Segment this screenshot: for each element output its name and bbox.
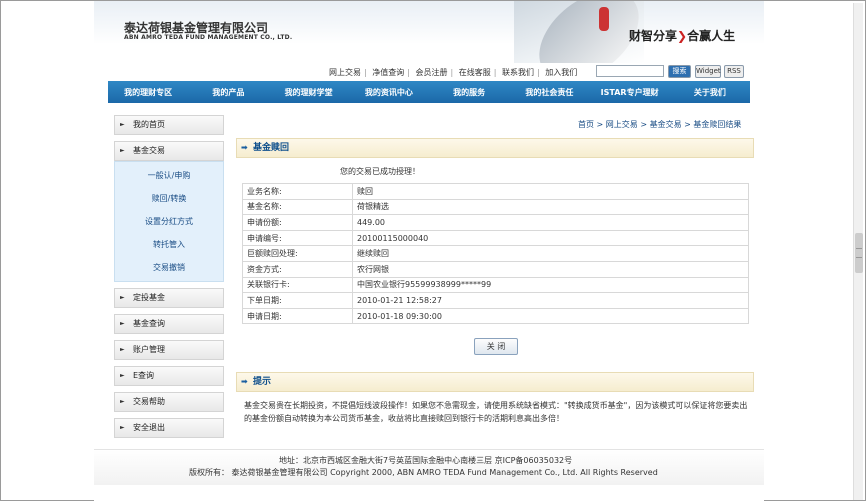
toplink-contact[interactable]: 联系我们 [502,68,534,77]
slogan: 财智分享❯合赢人生 [629,27,735,44]
tip-title: 提示 [236,372,754,392]
field-value: 赎回 [352,183,749,200]
sidebar-submenu: 一般认/申购 赎回/转换 设置分红方式 转托管入 交易撤销 [114,161,224,282]
footer-copyright: 版权所有： 泰达荷银基金管理有限公司 Copyright 2000, ABN A… [189,468,658,477]
section-title: 基金赎回 [236,138,754,158]
field-value: 继续赎回 [352,245,749,262]
field-value: 20100115000040 [352,229,749,247]
toplink-join[interactable]: 加入我们 [545,68,577,77]
field-label: 申请份额: [242,214,353,231]
sidebar: 我的首页 基金交易 一般认/申购 赎回/转换 设置分红方式 转托管入 交易撤销 … [114,115,224,444]
field-value: 2010-01-21 12:58:27 [352,292,749,309]
result-table: 业务名称: 赎回 基金名称: 荷银精选 申请份额: 449.00 申请编号: 20100… [242,183,749,325]
field-label: 申请日期: [242,307,353,325]
breadcrumb[interactable]: 首页 > 网上交易 > 基金交易 > 基金赎回结果 [578,119,741,130]
toplink-register[interactable]: 会员注册 [416,68,448,77]
submenu-dividend[interactable]: 设置分红方式 [115,210,223,233]
submenu-cancel[interactable]: 交易撤销 [115,256,223,279]
logo-en[interactable]: ABN AMRO TEDA FUND MANAGEMENT CO., LTD. [124,34,292,41]
slogan-arrow-icon: ❯ [677,29,688,43]
nav-finance-school[interactable]: 我的理财学堂 [269,87,349,98]
table-row: 关联银行卡: 中国农业银行95599938999*****99 [242,276,749,294]
table-row: 巨额赎回处理: 继续赎回 [242,245,749,262]
sidebar-item-account[interactable]: 账户管理 [114,340,224,360]
field-label: 资金方式: [242,260,353,278]
sidebar-item-help[interactable]: 交易帮助 [114,392,224,412]
nav-info-center[interactable]: 我的资讯中心 [349,87,429,98]
scrollbar-grip-icon [856,248,862,258]
nav-my-finance[interactable]: 我的理财专区 [108,87,188,98]
vertical-scrollbar[interactable] [853,3,863,500]
footer: 地址：北京市西城区金融大街7号英蓝国际金融中心南楼三层 京ICP备0603503… [94,449,764,485]
table-row: 申请日期: 2010-01-18 09:30:00 [242,307,749,325]
submenu-transfer-in[interactable]: 转托管入 [115,233,223,256]
toplink-nav-query[interactable]: 净值查询 [372,68,404,77]
field-value: 2010-01-18 09:30:00 [352,307,749,325]
footer-address: 地址：北京市西城区金融大街7号英蓝国际金融中心南楼三层 京ICP备0603503… [279,456,573,465]
tip-text: 基金交易贵在长期投资，不提倡短线波段操作！如果您不急需现金，请使用系统缺省模式：… [244,401,748,423]
main-nav: 我的理财专区 我的产品 我的理财学堂 我的资讯中心 我的服务 我的社会责任 IS… [108,81,750,103]
browser-viewport: 泰达荷银基金管理有限公司 ABN AMRO TEDA FUND MANAGEME… [0,0,866,501]
banner-photo [514,1,644,63]
field-label: 基金名称: [242,198,353,216]
table-row: 基金名称: 荷银精选 [242,198,749,216]
table-row: 资金方式: 农行网银 [242,260,749,278]
sail-graphic [523,1,644,63]
nav-social-responsibility[interactable]: 我的社会责任 [509,87,589,98]
field-label: 下单日期: [242,292,353,309]
table-row: 申请编号: 20100115000040 [242,229,749,247]
nav-about[interactable]: 关于我们 [670,87,750,98]
field-label: 巨额赎回处理: [242,245,353,262]
table-row: 申请份额: 449.00 [242,214,749,231]
field-label: 关联银行卡: [242,276,353,294]
table-row: 业务名称: 赎回 [242,183,749,200]
close-button[interactable]: 关 闭 [474,338,518,355]
field-value: 449.00 [352,214,749,231]
search-button[interactable]: 搜索 [668,65,691,78]
sidebar-item-fund-query[interactable]: 基金查询 [114,314,224,334]
field-value: 荷银精选 [352,198,749,216]
submenu-redeem[interactable]: 赎回/转换 [115,187,223,210]
slogan-right: 合赢人生 [687,29,736,43]
field-value: 中国农业银行95599938999*****99 [352,276,749,294]
nav-my-products[interactable]: 我的产品 [188,87,268,98]
sidebar-item-logout[interactable]: 安全退出 [114,418,224,438]
slogan-left: 财智分享 [629,29,678,43]
page-container: 泰达荷银基金管理有限公司 ABN AMRO TEDA FUND MANAGEME… [94,1,764,501]
field-label: 申请编号: [242,229,353,247]
site-header: 泰达荷银基金管理有限公司 ABN AMRO TEDA FUND MANAGEME… [94,1,764,63]
nav-services[interactable]: 我的服务 [429,87,509,98]
submenu-subscribe[interactable]: 一般认/申购 [115,164,223,187]
top-links: 网上交易 | 净值查询 | 会员注册 | 在线客服 | 联系我们 | 加入我们 [329,68,578,77]
field-value: 农行网银 [352,260,749,278]
success-message: 您的交易已成功授理！ [340,167,420,176]
sidebar-item-trade[interactable]: 基金交易 [114,141,224,161]
sidebar-item-auto-invest[interactable]: 定投基金 [114,288,224,308]
table-row: 下单日期: 2010-01-21 12:58:27 [242,292,749,309]
rss-button[interactable]: RSS [724,65,744,78]
sailor-figure [599,7,609,31]
toplink-online-trade[interactable]: 网上交易 [329,68,361,77]
sidebar-item-e-query[interactable]: E查询 [114,366,224,386]
widget-button[interactable]: Widget [695,65,721,78]
nav-istar[interactable]: ISTAR专户理财 [590,87,670,98]
toplink-online-service[interactable]: 在线客服 [459,68,491,77]
search-input[interactable] [596,65,664,77]
sidebar-item-home[interactable]: 我的首页 [114,115,224,135]
field-label: 业务名称: [242,183,353,200]
